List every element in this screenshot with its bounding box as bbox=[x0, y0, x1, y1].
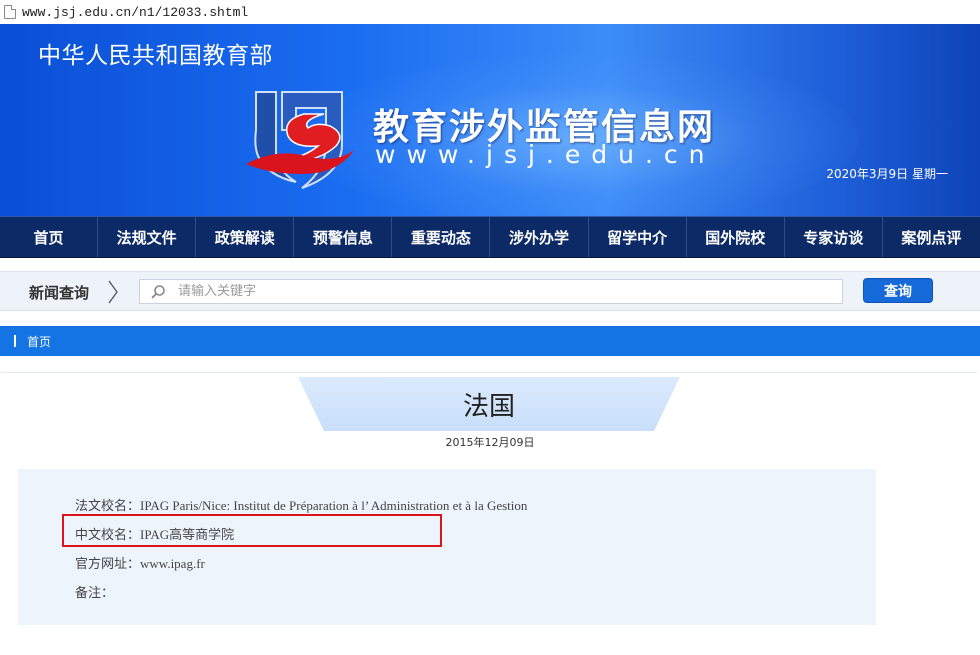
remarks-line: 备注： bbox=[75, 585, 115, 600]
news-search-bar: 新闻查询 查询 bbox=[0, 271, 980, 311]
nav-item-agencies[interactable]: 留学中介 bbox=[589, 217, 687, 257]
nav-item-news[interactable]: 重要动态 bbox=[392, 217, 491, 257]
nav-item-foreign-schools[interactable]: 国外院校 bbox=[687, 217, 785, 257]
search-button[interactable]: 查询 bbox=[863, 278, 933, 303]
article-content: 法国 2015年12月09日 法文校名：IPAG Paris/Nice: Ins… bbox=[0, 372, 980, 655]
highlight-box bbox=[62, 514, 442, 547]
search-box[interactable] bbox=[139, 279, 843, 304]
school-info-box: 法文校名：IPAG Paris/Nice: Institut de Prépar… bbox=[18, 469, 876, 625]
article-date: 2015年12月09日 bbox=[445, 436, 535, 449]
site-banner: 中华人民共和国教育部 教育涉外监管信息网 www.jsj.edu.cn 2020… bbox=[0, 24, 980, 216]
chevron-right-icon bbox=[108, 280, 118, 304]
page-icon bbox=[4, 5, 16, 19]
breadcrumb: 首页 bbox=[0, 326, 980, 356]
nav-item-policy[interactable]: 政策解读 bbox=[196, 217, 295, 257]
nav-item-warnings[interactable]: 预警信息 bbox=[294, 217, 393, 257]
search-icon bbox=[151, 284, 165, 299]
url-text[interactable]: www.jsj.edu.cn/n1/12033.shtml bbox=[22, 5, 248, 20]
site-url: www.jsj.edu.cn bbox=[375, 140, 716, 169]
nav-item-interviews[interactable]: 专家访谈 bbox=[785, 217, 883, 257]
ministry-name[interactable]: 中华人民共和国教育部 bbox=[38, 36, 273, 70]
address-bar[interactable]: www.jsj.edu.cn/n1/12033.shtml bbox=[0, 0, 980, 24]
french-name-line: 法文校名：IPAG Paris/Nice: Institut de Prépar… bbox=[75, 498, 528, 513]
breadcrumb-marker bbox=[14, 335, 16, 347]
nav-item-cases[interactable]: 案例点评 bbox=[883, 217, 980, 257]
breadcrumb-home-link[interactable]: 首页 bbox=[27, 333, 51, 350]
nav-item-home[interactable]: 首页 bbox=[0, 217, 99, 257]
search-input[interactable] bbox=[178, 284, 778, 299]
nav-item-cooperative-schools[interactable]: 涉外办学 bbox=[490, 217, 589, 257]
current-date: 2020年3月9日 星期一 bbox=[826, 167, 948, 181]
jsj-logo-icon[interactable] bbox=[246, 90, 356, 190]
search-label: 新闻查询 bbox=[29, 284, 90, 302]
article-title: 法国 bbox=[462, 392, 515, 422]
website-line: 官方网址：www.ipag.fr bbox=[75, 556, 205, 571]
nav-item-regulations[interactable]: 法规文件 bbox=[98, 217, 197, 257]
main-nav: 首页 法规文件 政策解读 预警信息 重要动态 涉外办学 留学中介 国外院校 专家… bbox=[0, 216, 980, 258]
